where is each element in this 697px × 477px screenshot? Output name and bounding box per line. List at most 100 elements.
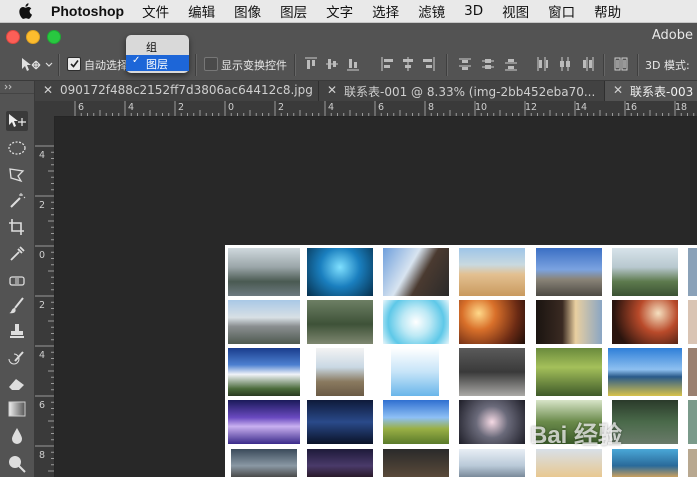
magic-wand-icon — [10, 193, 26, 208]
ruler-label: 8 — [39, 450, 46, 461]
options-divider — [195, 54, 197, 76]
eraser-icon — [9, 379, 24, 390]
ruler-label: 6 — [378, 102, 385, 113]
thumbnail-image — [536, 348, 602, 396]
dropdown-option-layer[interactable]: ✓ 图层 — [126, 55, 189, 71]
show-transform-controls-checkbox[interactable] — [204, 57, 218, 71]
ruler-label: 6 — [39, 400, 46, 411]
ruler-origin[interactable] — [35, 101, 56, 117]
menu-image[interactable]: 图像 — [234, 1, 261, 21]
distribute-horizontal-centers-icon[interactable] — [558, 56, 572, 72]
dropdown-option-label: 组 — [146, 41, 157, 54]
chevron-down-icon[interactable] — [45, 62, 53, 68]
thumbnail-image — [383, 449, 449, 477]
magic-wand-tool[interactable] — [6, 191, 28, 211]
dropdown-option-group[interactable]: 组 — [126, 38, 189, 54]
thumbnail-image — [612, 248, 678, 296]
panel-divider — [0, 93, 34, 94]
document-tab-bar: ✕ 090172f488c2152ff7d3806ac64412c8.jpg ✕… — [35, 81, 697, 102]
vertical-ruler[interactable]: 4 2 0 2 4 6 8 — [35, 116, 55, 477]
dropdown-option-label: 图层 — [146, 58, 168, 71]
thumbnail-image — [383, 300, 449, 344]
thumbnail-image — [688, 449, 697, 477]
ruler-label: 14 — [575, 102, 588, 113]
blur-drop-icon — [12, 428, 22, 444]
menu-type[interactable]: 文字 — [326, 1, 353, 21]
distribute-bottom-edges-icon[interactable] — [504, 56, 518, 72]
history-brush-tool[interactable] — [6, 349, 28, 369]
tab-document-3[interactable]: ✕ 联系表-003 ( — [605, 81, 697, 101]
align-right-edges-icon[interactable] — [422, 56, 436, 72]
auto-select-target-dropdown: 组 ✓ 图层 — [126, 35, 189, 73]
eyedropper-icon — [10, 246, 25, 261]
thumbnail-image — [228, 248, 300, 296]
distribute-left-edges-icon[interactable] — [535, 56, 549, 72]
crop-tool[interactable] — [6, 217, 28, 237]
tools-panel — [0, 81, 35, 477]
menu-filter[interactable]: 滤镜 — [418, 1, 445, 21]
distribute-top-edges-icon[interactable] — [458, 56, 472, 72]
menu-edit[interactable]: 编辑 — [188, 1, 215, 21]
thumbnail-image — [231, 449, 297, 477]
menu-layer[interactable]: 图层 — [280, 1, 307, 21]
app-menu-photoshop[interactable]: Photoshop — [51, 3, 124, 19]
menu-window[interactable]: 窗口 — [548, 1, 575, 21]
brush-tool[interactable] — [6, 296, 28, 316]
tab-document-1[interactable]: ✕ 090172f488c2152ff7d3806ac64412c8.jpg — [35, 81, 319, 101]
thumbnail-image — [316, 348, 364, 396]
menu-help[interactable]: 帮助 — [594, 1, 621, 21]
contact-sheet-document[interactable]: Bai 经验 — [225, 245, 697, 477]
align-left-edges-icon[interactable] — [380, 56, 394, 72]
thumbnail-image — [459, 400, 525, 444]
thumbnail-image — [612, 300, 678, 344]
ruler-label: 10 — [475, 102, 488, 113]
ruler-label: 4 — [39, 150, 46, 161]
lasso-tool[interactable] — [6, 165, 28, 185]
gradient-icon — [8, 401, 26, 417]
show-transform-controls-label: 显示变换控件 — [221, 59, 287, 72]
tab-label: 090172f488c2152ff7d3806ac64412c8.jpg — [60, 83, 313, 97]
menu-select[interactable]: 选择 — [372, 1, 399, 21]
menu-view[interactable]: 视图 — [502, 1, 529, 21]
window-zoom-button[interactable] — [47, 30, 61, 44]
options-divider — [294, 54, 296, 76]
align-bottom-edges-icon[interactable] — [346, 56, 360, 72]
dodge-icon — [9, 456, 26, 473]
healing-brush-tool[interactable] — [6, 271, 28, 291]
eyedropper-tool[interactable] — [6, 243, 28, 263]
thumbnail-image — [307, 300, 373, 344]
close-icon[interactable]: ✕ — [43, 83, 53, 97]
horizontal-ruler[interactable]: 6 4 2 0 2 4 6 8 10 12 14 16 18 — [55, 101, 697, 117]
blur-tool[interactable] — [6, 426, 28, 446]
thumbnail-image — [307, 449, 373, 477]
close-icon[interactable]: ✕ — [613, 83, 623, 97]
thumbnail-image — [228, 400, 300, 444]
thumbnail-image — [536, 449, 602, 477]
menu-3d[interactable]: 3D — [464, 3, 483, 19]
tab-document-2[interactable]: ✕ 联系表-001 @ 8.33% (img-2bb452eba70... — [319, 81, 605, 101]
distribute-right-edges-icon[interactable] — [581, 56, 595, 72]
panel-collapse-icon[interactable] — [4, 84, 14, 90]
gradient-tool[interactable] — [6, 399, 28, 419]
ruler-ticks — [74, 101, 695, 116]
auto-select-checkbox[interactable] — [67, 57, 81, 71]
distribute-vertical-centers-icon[interactable] — [481, 56, 495, 72]
eraser-tool[interactable] — [6, 373, 28, 393]
move-tool[interactable] — [6, 111, 28, 131]
auto-align-layers-icon[interactable] — [614, 56, 628, 72]
align-vertical-centers-icon[interactable] — [325, 56, 339, 72]
align-top-edges-icon[interactable] — [304, 56, 318, 72]
dodge-tool[interactable] — [6, 453, 28, 473]
align-horizontal-centers-icon[interactable] — [401, 56, 415, 72]
close-icon[interactable]: ✕ — [327, 83, 337, 97]
apple-logo-icon[interactable] — [18, 3, 32, 19]
menu-file[interactable]: 文件 — [142, 1, 169, 21]
move-tool-preset-icon[interactable] — [20, 56, 44, 74]
brush-icon — [9, 297, 24, 314]
window-close-button[interactable] — [6, 30, 20, 44]
thumbnail-image — [459, 449, 525, 477]
clone-stamp-tool[interactable] — [6, 322, 28, 342]
window-minimize-button[interactable] — [26, 30, 40, 44]
marquee-tool[interactable] — [6, 138, 28, 158]
ruler-label: 18 — [675, 102, 688, 113]
